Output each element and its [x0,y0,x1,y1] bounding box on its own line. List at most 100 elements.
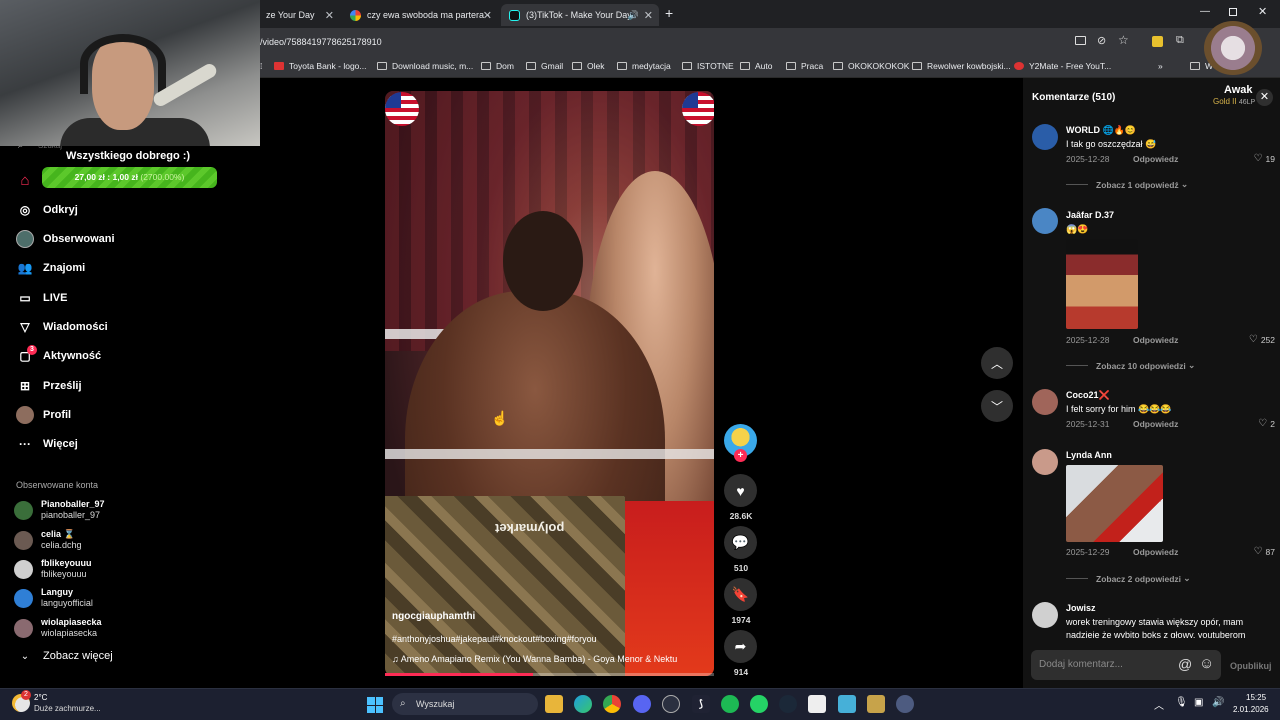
edge-icon[interactable] [574,695,592,713]
avatar[interactable] [1032,389,1058,415]
close-icon[interactable]: ✕ [483,9,492,22]
restore-icon[interactable] [1229,8,1237,16]
chrome-icon[interactable] [603,695,621,713]
view-replies-button[interactable]: Zobacz 1 odpowiedź ⌄ [1066,179,1188,190]
reply-button[interactable]: Odpowiedz [1133,154,1178,164]
followed-account[interactable]: Pianoballer_97 pianoballer_97 [14,499,105,521]
clock-date[interactable]: 2.01.2026 [1233,705,1269,714]
view-replies-button[interactable]: Zobacz 10 odpowiedzi ⌄ [1066,360,1195,371]
volume-icon[interactable]: 🔊 [1212,697,1224,708]
video-hashtags[interactable]: #anthonyjoshua#jakepaul#knockout#boxing#… [392,634,597,644]
follow-plus-icon[interactable]: + [734,449,747,462]
bookmark-item[interactable]: medytacja [617,61,671,71]
publish-button[interactable]: Opublikuj [1230,661,1272,671]
windows-start-icon[interactable] [367,697,383,713]
next-video-button[interactable]: ﹀ [981,390,1013,422]
sidebar-item-explore[interactable]: ◎ Odkryj [16,200,78,220]
obs-icon[interactable] [662,695,680,713]
comment-like[interactable]: ♡ 19 [1254,153,1275,164]
like-button[interactable]: ♥ [724,474,757,507]
bookmark-item[interactable]: Olek [572,61,604,71]
url-text[interactable]: /video/7588419778625178910 [260,37,382,47]
comment-user[interactable]: Jowisz [1066,603,1096,613]
chevron-up-icon[interactable]: ︿ [1154,697,1164,712]
notepad-icon[interactable] [838,695,856,713]
video-player[interactable]: polymarket [385,91,714,676]
comment-image[interactable] [1066,465,1163,542]
whatsapp-icon[interactable] [750,695,768,713]
discord-icon[interactable] [633,695,651,713]
followed-account[interactable]: Languy languyofficial [14,587,93,609]
app-icon[interactable]: ⟆ [692,695,710,713]
taskbar-search[interactable]: ⌕ Wyszukaj [392,693,538,715]
steam-icon[interactable] [779,695,797,713]
sidebar-item-following[interactable]: Obserwowani [16,229,115,249]
bookmark-item[interactable]: Praca [786,61,823,71]
new-tab-button[interactable]: + [665,5,673,21]
sidebar-item-activity[interactable]: ▢ 3 Aktywność [16,345,101,366]
bookmark-item[interactable]: Rewolwer kowbojski... [912,61,1011,71]
spotify-icon[interactable] [721,695,739,713]
league-icon[interactable] [867,695,885,713]
comment-user[interactable]: Jaâfar D.37 [1066,210,1114,220]
sidebar-item-more[interactable]: ··· Więcej [16,434,78,454]
see-more-button[interactable]: ⌄ Zobacz więcej [16,650,113,662]
comment-image[interactable] [1066,239,1138,329]
close-window-icon[interactable]: ✕ [1258,5,1267,18]
sidebar-item-friends[interactable]: 👥 Znajomi [16,258,86,278]
eye-off-icon[interactable]: ⊘ [1097,34,1106,47]
reply-button[interactable]: Odpowiedz [1133,419,1178,429]
followed-account[interactable]: celia ⌛ celia.dchg [14,529,82,551]
clock-time[interactable]: 15:25 [1246,693,1266,702]
settings-icon[interactable] [896,695,914,713]
bookmark-item[interactable]: Download music, m... [377,61,473,71]
comment-user[interactable]: Lynda Ann [1066,450,1112,460]
comment-like[interactable]: ♡ 87 [1254,546,1275,557]
comment-like[interactable]: ♡ 252 [1249,334,1275,345]
puzzle-icon[interactable]: ⧉ [1176,34,1184,47]
mention-icon[interactable]: @ [1178,656,1192,672]
bookmarks-more-button[interactable]: » [1158,61,1163,71]
previous-video-button[interactable]: ︿ [981,347,1013,379]
share-button[interactable]: ➦ [724,630,757,663]
bookmark-item[interactable]: OKOKOKOKOK [833,61,909,71]
close-icon[interactable]: ✕ [1256,89,1273,106]
tab-2[interactable]: czy ewa swoboda ma partera - ✕ [342,4,498,26]
followed-account[interactable]: wiolapiasecka wiolapiasecka [14,617,102,639]
bookmark-item[interactable]: Y2Mate - Free YouT... [1014,61,1111,71]
sidebar-item-profile[interactable]: Profil [16,405,71,425]
bookmark-item[interactable]: Toyota Bank - logo... [274,61,367,71]
extension-icon[interactable] [1152,36,1163,47]
followed-account[interactable]: fblikeyouuu fblikeyouuu [14,558,92,580]
app-icon[interactable] [808,695,826,713]
avatar[interactable] [1032,449,1058,475]
mic-icon[interactable]: 🎙 [1175,697,1188,708]
bookmark-item[interactable]: ⁞ [260,61,262,71]
comment-button[interactable]: 💬 [724,526,757,559]
bookmark-item[interactable]: Gmail [526,61,563,71]
view-replies-button[interactable]: Zobacz 2 odpowiedzi ⌄ [1066,573,1191,584]
network-icon[interactable]: ▣ [1194,697,1203,708]
star-icon[interactable]: ☆ [1118,33,1129,47]
file-explorer-icon[interactable] [545,695,563,713]
sidebar-item-live[interactable]: ▭ LIVE [16,288,67,308]
tab-1[interactable]: ze Your Day ✕ [258,4,340,26]
bookmark-item[interactable]: ISTOTNE [682,61,734,71]
comment-user[interactable]: Coco21❌ [1066,390,1110,401]
sidebar-item-messages[interactable]: ▽ Wiadomości [16,317,107,337]
save-button[interactable]: 🔖 [724,578,757,611]
sidebar-item-upload[interactable]: ⊞ Prześlij [16,376,82,396]
avatar[interactable] [1032,124,1058,150]
install-icon[interactable] [1075,36,1086,45]
close-icon[interactable]: ✕ [644,9,653,22]
video-author[interactable]: ngocgiauphamthi [392,611,475,622]
reply-button[interactable]: Odpowiedz [1133,547,1178,557]
reply-button[interactable]: Odpowiedz [1133,335,1178,345]
comment-like[interactable]: ♡ 2 [1258,418,1275,429]
comment-user[interactable]: WORLD 🌐🔥😊 [1066,125,1136,136]
avatar[interactable] [1032,208,1058,234]
video-progress-bar[interactable] [385,673,714,676]
bookmark-item[interactable]: Dom [481,61,514,71]
bookmark-item[interactable]: Auto [740,61,773,71]
avatar[interactable] [1032,602,1058,628]
